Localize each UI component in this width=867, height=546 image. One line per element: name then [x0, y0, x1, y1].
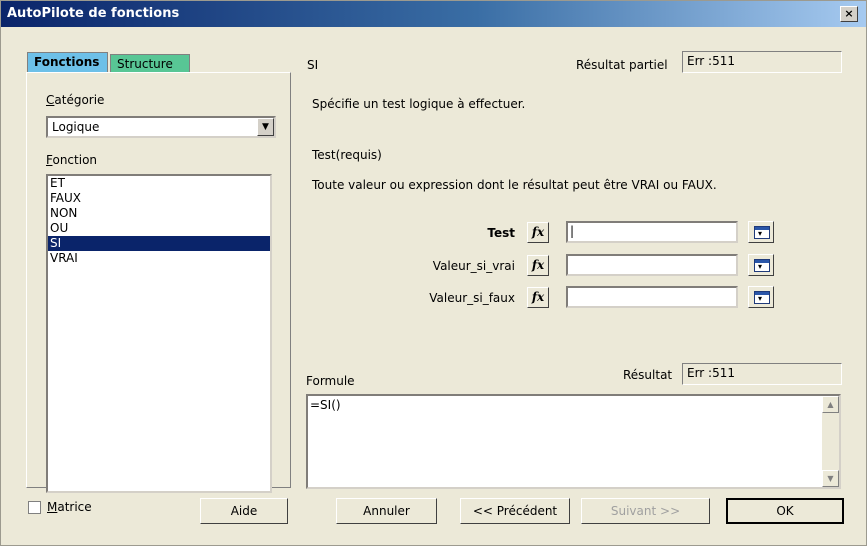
category-value: Logique: [52, 120, 100, 134]
partial-result-label: Résultat partiel: [576, 58, 668, 72]
function-item-vrai[interactable]: VRAI: [48, 251, 270, 266]
argument-description: Toute valeur ou expression dont le résul…: [312, 178, 717, 192]
function-list[interactable]: ET FAUX NON OU SI VRAI: [46, 174, 272, 493]
matrix-checkbox[interactable]: [28, 501, 41, 514]
fx-icon[interactable]: fx: [527, 222, 549, 243]
result-label: Résultat: [623, 368, 673, 382]
formula-label: Formule: [306, 374, 355, 388]
category-select[interactable]: Logique ▼: [46, 116, 276, 138]
shrink-icon: [754, 226, 770, 239]
next-button[interactable]: Suivant >>: [581, 498, 710, 524]
title-bar: AutoPilote de fonctions ×: [1, 1, 866, 27]
function-item-ou[interactable]: OU: [48, 221, 270, 236]
function-item-faux[interactable]: FAUX: [48, 191, 270, 206]
help-button[interactable]: Aide: [200, 498, 288, 524]
category-label: Catégorie: [46, 93, 105, 107]
result-field: Err :511: [682, 363, 842, 385]
function-item-si[interactable]: SI: [48, 236, 270, 251]
formula-editor[interactable]: =SI() ▲ ▼: [306, 394, 841, 489]
fx-icon[interactable]: fx: [527, 255, 549, 276]
shrink-icon: [754, 259, 770, 272]
partial-result-field: Err :511: [682, 51, 842, 73]
function-name: SI: [307, 58, 319, 72]
cancel-button[interactable]: Annuler: [336, 498, 437, 524]
scroll-up-arrow-icon[interactable]: ▲: [822, 396, 839, 413]
scroll-down-arrow-icon[interactable]: ▼: [822, 470, 839, 487]
shrink-dialog-button[interactable]: [748, 254, 774, 276]
window-title: AutoPilote de fonctions: [7, 6, 180, 21]
text-caret: |: [570, 224, 575, 238]
function-item-non[interactable]: NON: [48, 206, 270, 221]
function-description: Spécifie un test logique à effectuer.: [312, 97, 526, 111]
arg-label-valeur-si-faux: Valeur_si_faux: [429, 291, 515, 305]
chevron-down-icon[interactable]: ▼: [257, 118, 274, 136]
matrix-label: Matrice: [47, 500, 92, 514]
formula-text: =SI(): [310, 398, 341, 412]
arg-input-test[interactable]: |: [566, 221, 738, 243]
arg-label-valeur-si-vrai: Valeur_si_vrai: [432, 259, 515, 273]
formula-scrollbar[interactable]: ▲ ▼: [822, 396, 839, 487]
shrink-icon: [754, 291, 770, 304]
function-wizard-dialog: AutoPilote de fonctions × Fonctions Stru…: [0, 0, 867, 546]
argument-title: Test(requis): [312, 148, 382, 162]
previous-button[interactable]: << Précédent: [460, 498, 570, 524]
ok-button[interactable]: OK: [726, 498, 844, 524]
function-item-et[interactable]: ET: [48, 176, 270, 191]
shrink-dialog-button[interactable]: [748, 221, 774, 243]
shrink-dialog-button[interactable]: [748, 286, 774, 308]
arg-input-valeur-si-vrai[interactable]: [566, 254, 738, 276]
arg-input-valeur-si-faux[interactable]: [566, 286, 738, 308]
tab-structure[interactable]: Structure: [110, 54, 190, 72]
tab-functions[interactable]: Fonctions: [27, 52, 108, 72]
function-label: Fonction: [46, 153, 98, 167]
arg-label-test: Test: [487, 226, 515, 240]
fx-icon[interactable]: fx: [527, 287, 549, 308]
close-button[interactable]: ×: [840, 6, 858, 22]
